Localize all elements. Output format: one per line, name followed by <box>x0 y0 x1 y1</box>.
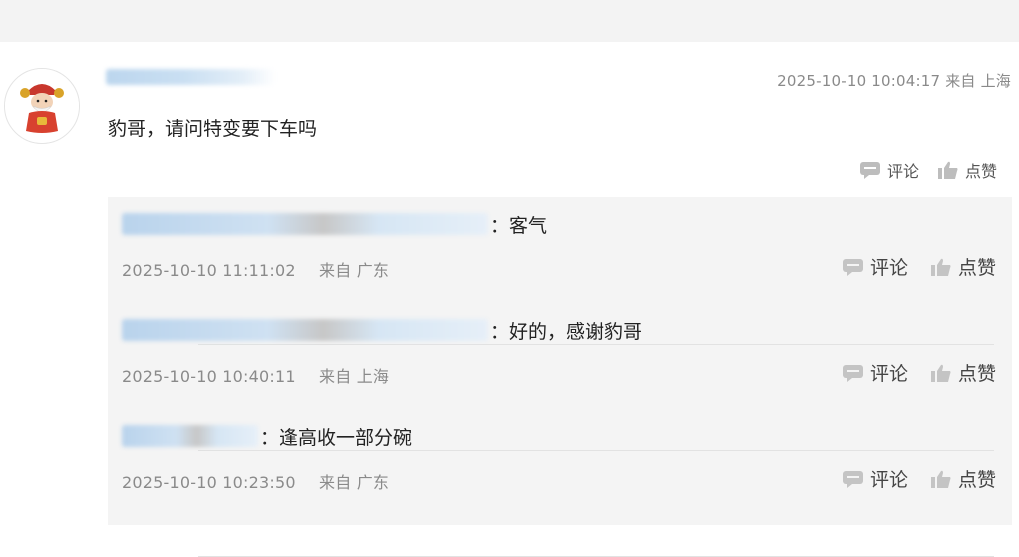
comment-item: 2025-10-10 10:04:17 来自 上海 豹哥，请问特变要下车吗 评论… <box>0 42 1019 557</box>
thumbs-up-icon <box>937 161 958 179</box>
comment-text: 豹哥，请问特变要下车吗 <box>108 118 318 140</box>
thumbs-up-icon <box>930 258 951 276</box>
reply-time: 2025-10-10 10:40:11 <box>122 367 296 386</box>
reply-comment-button[interactable]: 评论 <box>842 359 908 386</box>
reply-location: 来自 上海 <box>319 367 390 386</box>
reply-text: ：逢高收一部分碗 <box>260 427 413 449</box>
reply-like-button[interactable]: 点赞 <box>930 253 996 280</box>
reply-item: ：客气 2025-10-10 11:11:02 来自 广东 评论 点赞 <box>108 197 1012 303</box>
reply-like-button[interactable]: 点赞 <box>930 465 996 492</box>
comment-timestamp: 2025-10-10 10:04:17 来自 上海 <box>777 72 1011 90</box>
reply-item: ：好的，感谢豹哥 2025-10-10 10:40:11 来自 上海 评论 点赞 <box>108 303 1012 409</box>
reply-meta: 2025-10-10 11:11:02 来自 广东 <box>122 257 389 281</box>
reply-item: ：逢高收一部分碗 2025-10-10 10:23:50 来自 广东 评论 点赞 <box>108 409 1012 515</box>
reply-location: 来自 广东 <box>319 473 390 492</box>
reply-like-label: 点赞 <box>957 257 996 279</box>
reply-author-name-redacted[interactable] <box>122 425 258 447</box>
reply-actions: 评论 点赞 <box>842 359 996 386</box>
comment-actions: 评论 点赞 <box>859 158 997 182</box>
reply-time: 2025-10-10 10:23:50 <box>122 473 296 492</box>
reply-comment-label: 评论 <box>869 363 908 385</box>
comment-author-name-redacted[interactable] <box>106 69 276 85</box>
avatar-image <box>5 69 79 143</box>
comment-bubble-icon <box>859 162 880 179</box>
reply-author-name-redacted[interactable] <box>122 213 488 235</box>
reply-text: ：好的，感谢豹哥 <box>490 321 643 343</box>
reply-comment-button[interactable]: 评论 <box>842 465 908 492</box>
reply-meta: 2025-10-10 10:23:50 来自 广东 <box>122 469 389 493</box>
replies-container: ：客气 2025-10-10 11:11:02 来自 广东 评论 点赞 ：好的，… <box>108 197 1012 557</box>
reply-comment-label: 评论 <box>869 257 908 279</box>
reply-comment-label: 评论 <box>869 469 908 491</box>
top-bar <box>0 0 1019 42</box>
comment-like-button[interactable]: 点赞 <box>937 158 997 182</box>
reply-author-name-redacted[interactable] <box>122 319 488 341</box>
avatar[interactable] <box>4 68 80 144</box>
comment-like-label: 点赞 <box>964 162 997 181</box>
reply-like-label: 点赞 <box>957 469 996 491</box>
comment-bubble-icon <box>842 258 863 276</box>
reply-time: 2025-10-10 11:11:02 <box>122 261 296 280</box>
comment-reply-label: 评论 <box>886 162 919 181</box>
reply-like-label: 点赞 <box>957 363 996 385</box>
reply-comment-button[interactable]: 评论 <box>842 253 908 280</box>
thumbs-up-icon <box>930 470 951 488</box>
reply-actions: 评论 点赞 <box>842 465 996 492</box>
comment-bubble-icon <box>842 470 863 488</box>
reply-text: ：客气 <box>490 215 548 237</box>
reply-like-button[interactable]: 点赞 <box>930 359 996 386</box>
reply-meta: 2025-10-10 10:40:11 来自 上海 <box>122 363 389 387</box>
reply-actions: 评论 点赞 <box>842 253 996 280</box>
comment-reply-button[interactable]: 评论 <box>859 158 919 182</box>
thumbs-up-icon <box>930 364 951 382</box>
comment-bubble-icon <box>842 364 863 382</box>
reply-location: 来自 广东 <box>319 261 390 280</box>
